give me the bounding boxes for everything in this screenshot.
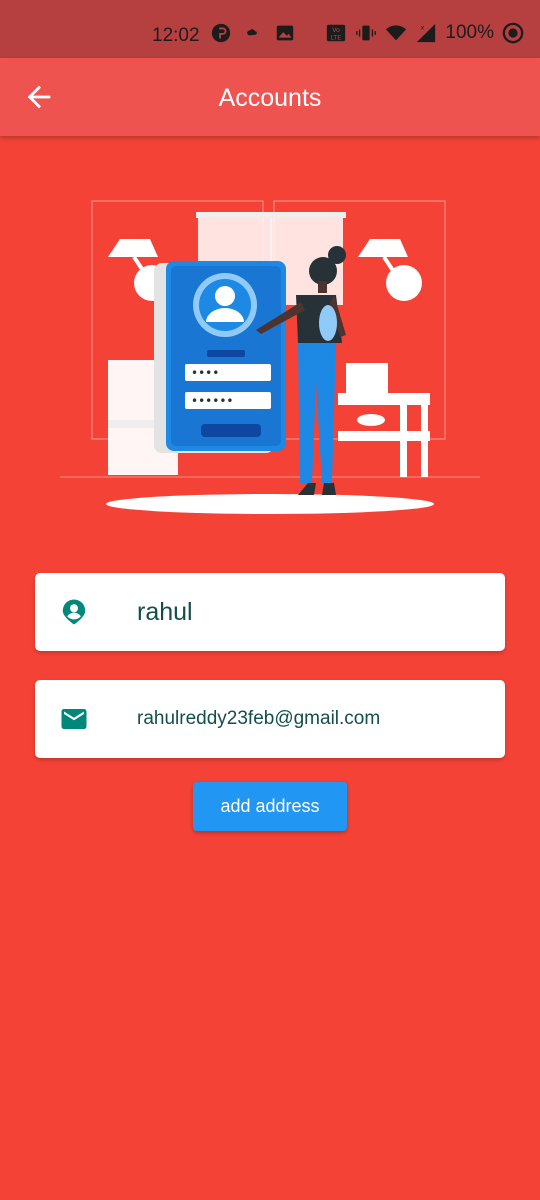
pinterest-icon bbox=[211, 23, 231, 43]
volte-icon: VoLTE bbox=[327, 24, 346, 41]
target-icon bbox=[502, 22, 524, 44]
signal-icon: x bbox=[417, 23, 436, 43]
cloud-icon bbox=[247, 29, 257, 36]
name-card[interactable]: rahul bbox=[35, 573, 505, 651]
image-icon bbox=[276, 25, 294, 41]
password-mask-1: •••• bbox=[191, 366, 219, 380]
user-name: rahul bbox=[137, 598, 193, 626]
login-illustration: •••• •••••• bbox=[60, 200, 480, 514]
email-card[interactable]: rahulreddy23feb@gmail.com bbox=[35, 680, 505, 758]
add-address-button[interactable]: add address bbox=[193, 782, 347, 831]
svg-text:x: x bbox=[421, 23, 425, 31]
account-pin-icon bbox=[62, 599, 86, 625]
status-notification-icons bbox=[210, 22, 296, 44]
status-system-icons: Vo LTE x 100% bbox=[325, 22, 524, 44]
email-icon bbox=[61, 709, 87, 729]
page-title: Accounts bbox=[218, 84, 322, 112]
battery-percentage: 100% bbox=[445, 22, 494, 43]
user-email: rahulreddy23feb@gmail.com bbox=[137, 708, 381, 729]
svg-text:LTE: LTE bbox=[331, 33, 342, 41]
vibrate-icon bbox=[356, 25, 377, 41]
password-mask-2: •••••• bbox=[191, 394, 233, 408]
status-bar: 12:02 Vo LTE x 100% bbox=[0, 0, 540, 58]
wifi-icon bbox=[386, 25, 407, 41]
app-bar: Accounts bbox=[0, 58, 540, 136]
status-time: 12:02 bbox=[152, 25, 200, 46]
